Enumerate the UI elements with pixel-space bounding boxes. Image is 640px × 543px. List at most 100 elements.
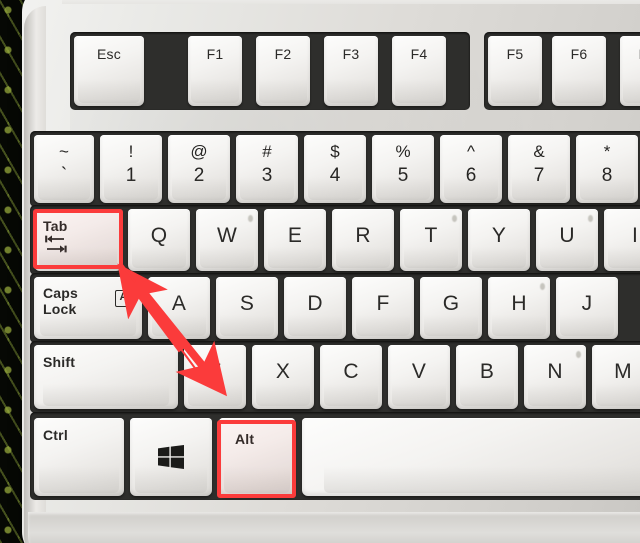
key-f5-label: F5	[506, 46, 524, 62]
key-e-label: E	[287, 224, 303, 247]
key-e[interactable]: E	[264, 209, 326, 271]
key-spacebar[interactable]	[302, 418, 640, 496]
windows-logo-icon	[158, 445, 184, 469]
key-tab[interactable]: Tab	[34, 209, 122, 271]
key-backtick-shift-label: ~	[59, 142, 69, 161]
key-f2[interactable]: F2	[256, 36, 310, 106]
key-3-label: 3	[261, 165, 273, 186]
key-4-shift-label: $	[330, 142, 340, 161]
key-alt-left-label: Alt	[235, 431, 255, 447]
tab-arrows-icon	[45, 235, 67, 253]
key-windows[interactable]	[130, 418, 212, 496]
key-i-label: I	[631, 224, 639, 247]
keyboard-bottom-lip	[28, 512, 640, 543]
key-b-label: B	[479, 360, 495, 383]
key-q[interactable]: Q	[128, 209, 190, 271]
key-b[interactable]: B	[456, 345, 518, 409]
keyboard-photo-scene: Esc F1 F2 F3 F4 F5 F6 F7 ~ ` ! 1 @ 2 # 3…	[0, 0, 640, 543]
key-3[interactable]: # 3	[236, 135, 298, 203]
key-6-label: 6	[465, 165, 477, 186]
key-y[interactable]: Y	[468, 209, 530, 271]
key-w-label: W	[216, 224, 238, 247]
key-shift-left[interactable]: Shift	[34, 345, 178, 409]
key-5[interactable]: % 5	[372, 135, 434, 203]
key-z-label: Z	[208, 360, 222, 383]
key-3-shift-label: #	[262, 142, 272, 161]
key-g[interactable]: G	[420, 277, 482, 339]
key-h-label: H	[511, 292, 527, 315]
key-d[interactable]: D	[284, 277, 346, 339]
key-5-label: 5	[397, 165, 409, 186]
key-y-label: Y	[491, 224, 507, 247]
keyboard-top-bevel	[62, 0, 640, 4]
key-alt-left[interactable]: Alt	[219, 418, 295, 496]
key-j-label: J	[581, 292, 593, 315]
key-8-shift-label: *	[603, 142, 611, 161]
key-f4-label: F4	[410, 46, 428, 62]
key-h[interactable]: H	[488, 277, 550, 339]
key-f1-label: F1	[206, 46, 224, 62]
key-f[interactable]: F	[352, 277, 414, 339]
key-d-label: D	[307, 292, 323, 315]
key-c[interactable]: C	[320, 345, 382, 409]
key-f6-label: F6	[570, 46, 588, 62]
key-n[interactable]: N	[524, 345, 586, 409]
key-6[interactable]: ^ 6	[440, 135, 502, 203]
key-c-label: C	[343, 360, 359, 383]
key-s[interactable]: S	[216, 277, 278, 339]
key-caps-lock-label-line2: Lock	[43, 300, 77, 317]
key-v[interactable]: V	[388, 345, 450, 409]
key-f6[interactable]: F6	[552, 36, 606, 106]
key-tab-label: Tab	[43, 218, 68, 234]
key-f-label: F	[376, 292, 390, 315]
key-7[interactable]: & 7	[508, 135, 570, 203]
key-2[interactable]: @ 2	[168, 135, 230, 203]
key-n-label: N	[547, 360, 563, 383]
key-2-shift-label: @	[190, 142, 208, 161]
key-ctrl-left[interactable]: Ctrl	[34, 418, 124, 496]
key-f3-label: F3	[342, 46, 360, 62]
key-6-shift-label: ^	[467, 142, 475, 161]
key-1-label: 1	[125, 165, 137, 186]
key-4[interactable]: $ 4	[304, 135, 366, 203]
key-t[interactable]: T	[400, 209, 462, 271]
key-a-label: A	[171, 292, 187, 315]
key-f4[interactable]: F4	[392, 36, 446, 106]
key-w[interactable]: W	[196, 209, 258, 271]
key-caps-lock[interactable]: Caps Lock A	[34, 277, 142, 339]
key-u[interactable]: U	[536, 209, 598, 271]
key-f3[interactable]: F3	[324, 36, 378, 106]
key-f7-label: F7	[620, 47, 640, 61]
key-5-shift-label: %	[395, 142, 411, 161]
key-s-label: S	[239, 292, 255, 315]
key-f1[interactable]: F1	[188, 36, 242, 106]
key-f7[interactable]: F7	[620, 36, 640, 106]
key-r-label: R	[355, 224, 371, 247]
key-j[interactable]: J	[556, 277, 618, 339]
key-a[interactable]: A	[148, 277, 210, 339]
key-7-shift-label: &	[533, 142, 545, 161]
key-caps-lock-label-line1: Caps	[43, 285, 79, 301]
key-4-label: 4	[329, 165, 341, 186]
key-t-label: T	[424, 224, 438, 247]
key-q-label: Q	[150, 224, 168, 247]
key-r[interactable]: R	[332, 209, 394, 271]
key-esc[interactable]: Esc	[74, 36, 144, 106]
key-backtick[interactable]: ~ `	[34, 135, 94, 203]
caps-lock-boxed-a-icon: A	[115, 290, 132, 307]
key-g-label: G	[442, 292, 460, 315]
key-v-label: V	[411, 360, 427, 383]
key-1-shift-label: !	[128, 142, 134, 161]
key-m[interactable]: M	[592, 345, 640, 409]
key-esc-label: Esc	[97, 46, 121, 62]
key-f5[interactable]: F5	[488, 36, 542, 106]
key-8[interactable]: * 8	[576, 135, 638, 203]
key-z[interactable]: Z	[184, 345, 246, 409]
key-x[interactable]: X	[252, 345, 314, 409]
key-backtick-label: `	[60, 165, 68, 186]
key-1[interactable]: ! 1	[100, 135, 162, 203]
key-ctrl-left-label: Ctrl	[43, 427, 68, 443]
key-m-label: M	[614, 360, 632, 383]
key-i[interactable]: I	[604, 209, 640, 271]
key-2-label: 2	[193, 165, 205, 186]
